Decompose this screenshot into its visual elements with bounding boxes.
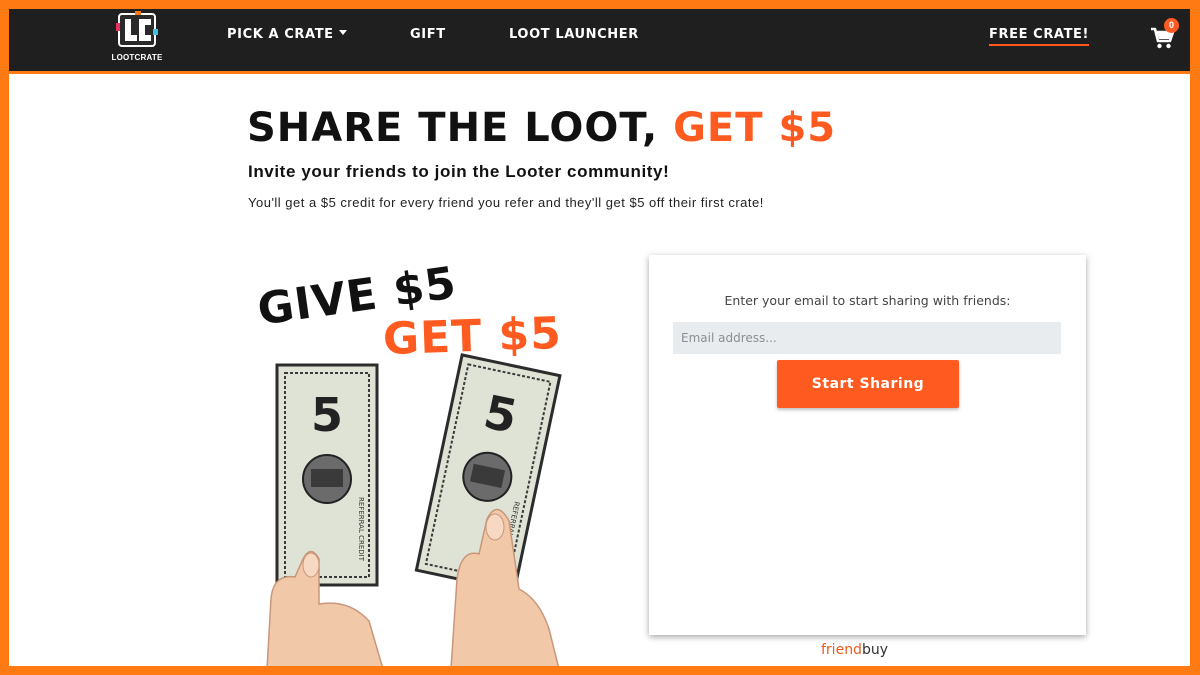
share-form-card: Enter your email to start sharing with f…: [649, 255, 1086, 635]
form-prompt: Enter your email to start sharing with f…: [724, 293, 1011, 308]
start-sharing-button[interactable]: Start Sharing: [777, 360, 959, 408]
friendbuy-logo-part2: buy: [861, 642, 888, 658]
page-subtitle: Invite your friends to join the Looter c…: [248, 162, 670, 181]
page-description: You'll get a $5 credit for every friend …: [248, 195, 764, 210]
logo-text: LOOTCRATE: [111, 53, 163, 62]
five-dollar-bill-left: 5 REFERRAL CREDIT: [266, 363, 383, 666]
page-title-accent: GET $5: [673, 105, 837, 151]
bill-value-left: 5: [311, 388, 343, 442]
page-title-main: SHARE THE LOOT,: [247, 105, 659, 151]
top-nav: LOOTCRATE PICK A CRATE GIFT LOOT LAUNCHE…: [9, 9, 1190, 71]
email-field[interactable]: [673, 322, 1061, 354]
nav-gift[interactable]: GIFT: [410, 27, 446, 42]
nav-pick-a-crate-label: PICK A CRATE: [227, 27, 334, 42]
chevron-down-icon: [338, 30, 347, 35]
friendbuy-logo-part1: friend: [821, 642, 862, 658]
page-frame: LOOTCRATE PICK A CRATE GIFT LOOT LAUNCHE…: [9, 9, 1190, 666]
promo-illustration: GIVE $5 GET $5 5 REFERRAL CREDIT 5 REFER…: [249, 249, 579, 666]
nav-loot-launcher[interactable]: LOOT LAUNCHER: [509, 27, 639, 42]
logo-icon: [116, 11, 158, 47]
bill-caption-left: REFERRAL CREDIT: [357, 497, 365, 562]
page-title: SHARE THE LOOT, GET $5: [247, 105, 836, 151]
nav-divider: [9, 71, 1190, 74]
nav-pick-a-crate[interactable]: PICK A CRATE: [227, 27, 347, 42]
five-dollar-bill-right: 5 REFERRAL CREDIT: [414, 353, 562, 666]
cart-count-badge: 0: [1164, 18, 1179, 33]
lootcrate-logo[interactable]: LOOTCRATE: [109, 11, 165, 67]
friendbuy-logo[interactable]: friendbuy: [821, 642, 888, 658]
nav-free-crate[interactable]: FREE CRATE!: [989, 27, 1090, 46]
